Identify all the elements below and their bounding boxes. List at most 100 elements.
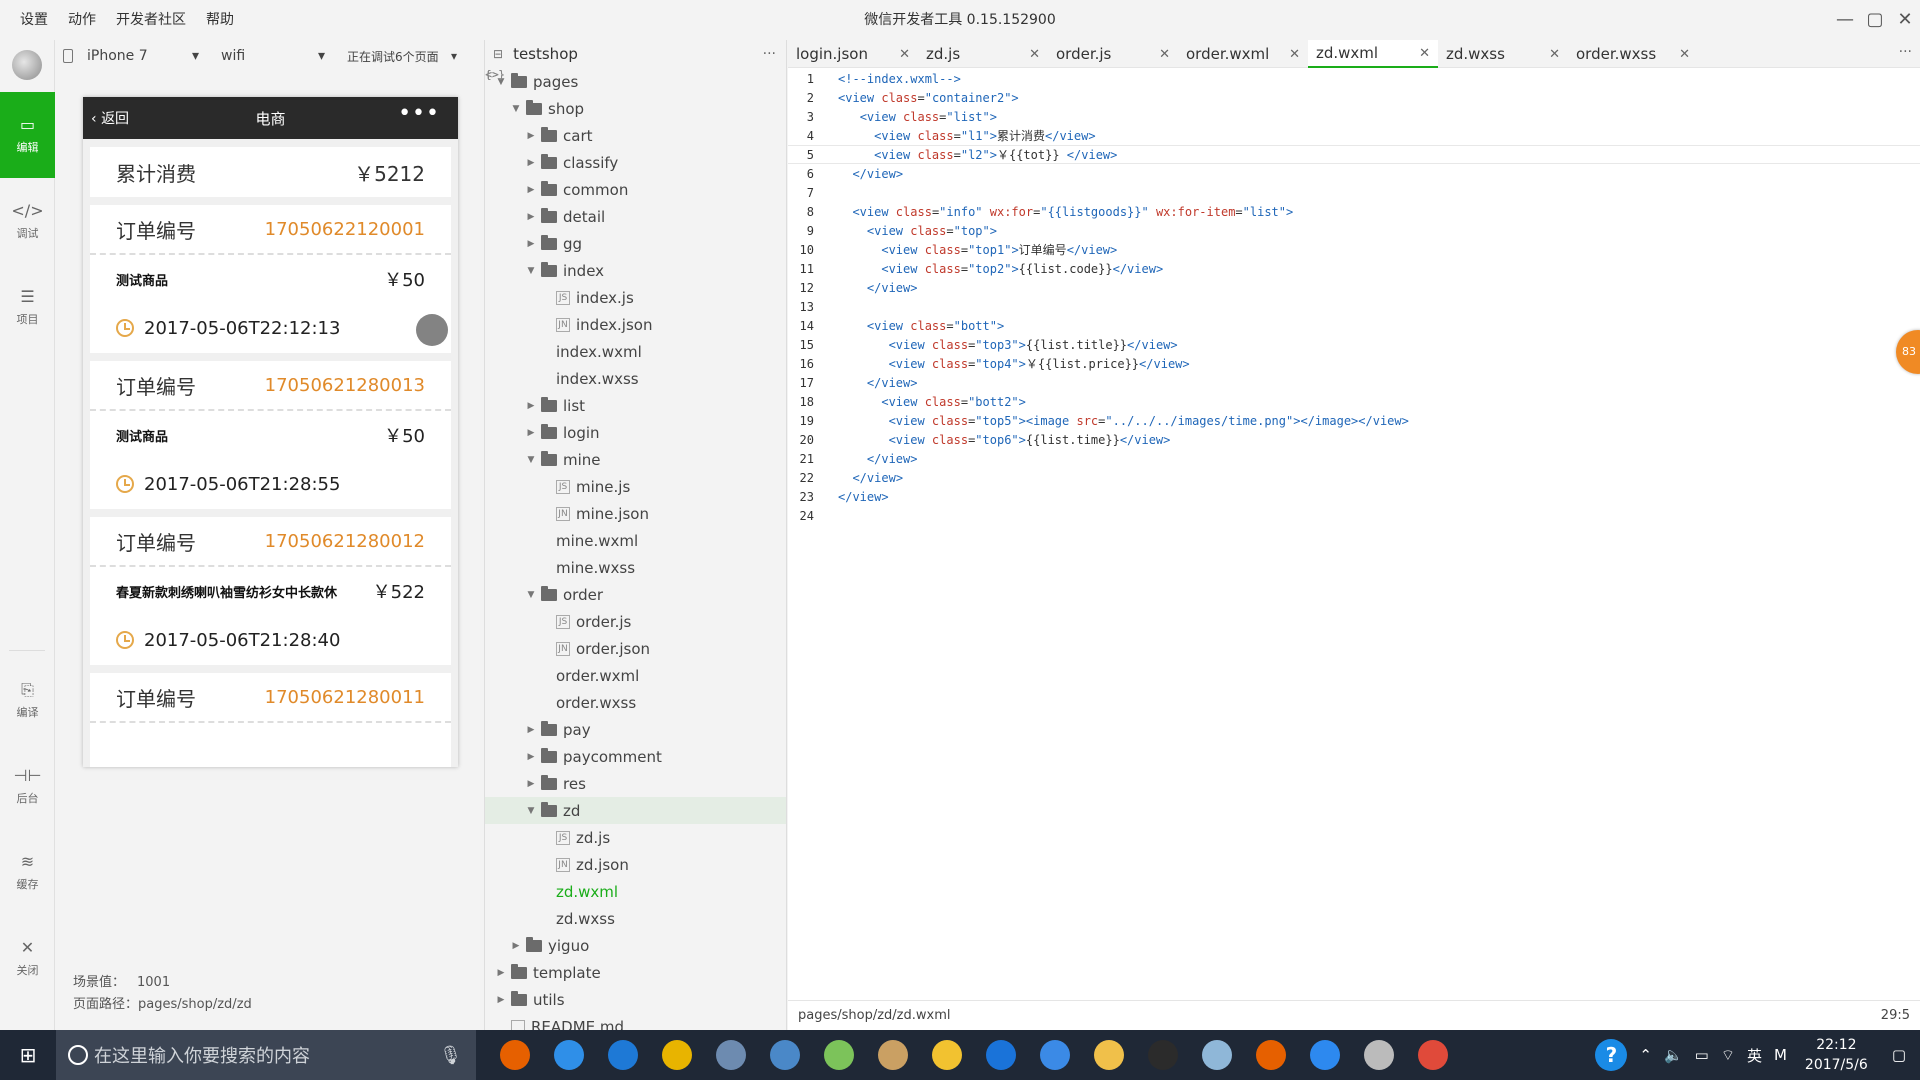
sidebar-item-close[interactable]: ✕ 关闭 bbox=[0, 915, 55, 1001]
editor-tab[interactable]: login.json ✕ bbox=[788, 40, 918, 68]
tree-file[interactable]: JN mine.json bbox=[485, 500, 786, 527]
order-card[interactable]: 订单编号 17050621280013 测试商品 ￥50 2017-05-06T… bbox=[90, 361, 451, 509]
tree-folder[interactable]: ▼ pages bbox=[485, 68, 786, 95]
notification-center-icon[interactable]: ▢ bbox=[1892, 1046, 1906, 1064]
tree-file[interactable]: { } zd.wxss bbox=[485, 69, 786, 932]
editor-tab[interactable]: order.wxml ✕ bbox=[1178, 40, 1308, 68]
code-line[interactable]: 14 <view class="bott"> bbox=[788, 316, 1920, 335]
code-line[interactable]: 5 <view class="l2">￥{{tot}} </view> bbox=[788, 145, 1920, 164]
code-line[interactable]: 2 <view class="container2"> bbox=[788, 88, 1920, 107]
close-tab-icon[interactable]: ✕ bbox=[1679, 47, 1690, 62]
tree-folder[interactable]: ▶ paycomment bbox=[485, 743, 786, 770]
code-line[interactable]: 7 bbox=[788, 183, 1920, 202]
code-line[interactable]: 16 <view class="top4">￥{{list.price}}</v… bbox=[788, 354, 1920, 373]
ime-mode-indicator[interactable]: M bbox=[1774, 1046, 1787, 1064]
windows-start-icon[interactable]: ⊞ bbox=[0, 1030, 56, 1080]
code-line[interactable]: 12 </view> bbox=[788, 278, 1920, 297]
app-blue-s-icon[interactable] bbox=[542, 1030, 596, 1080]
tree-file[interactable]: JS order.js bbox=[485, 608, 786, 635]
menu-help[interactable]: 帮助 bbox=[196, 0, 244, 40]
tree-folder[interactable]: ▶ common bbox=[485, 176, 786, 203]
editor-tab[interactable]: order.js ✕ bbox=[1048, 40, 1178, 68]
tree-file[interactable]: { } index.wxss bbox=[485, 69, 786, 392]
debug-pages-select[interactable]: 正在调试6个页面 ▾ bbox=[347, 48, 457, 65]
wifi-icon[interactable]: ⌔ bbox=[1721, 1046, 1735, 1065]
help-icon[interactable]: ? bbox=[1595, 1039, 1628, 1071]
code-line[interactable]: 3 <view class="list"> bbox=[788, 107, 1920, 126]
tree-folder[interactable]: ▼ order bbox=[485, 581, 786, 608]
editor-tab[interactable]: zd.js ✕ bbox=[918, 40, 1048, 68]
app-globe-icon[interactable] bbox=[704, 1030, 758, 1080]
code-line[interactable]: 10 <view class="top1">订单编号</view> bbox=[788, 240, 1920, 259]
microphone-icon[interactable]: 🎙 bbox=[439, 1045, 462, 1066]
tree-folder[interactable]: ▼ zd bbox=[485, 797, 786, 824]
code-line[interactable]: 18 <view class="bott2"> bbox=[788, 392, 1920, 411]
more-icon[interactable]: ••• bbox=[398, 103, 440, 125]
taskbar-clock[interactable]: 22:12 2017/5/6 bbox=[1805, 1035, 1868, 1075]
taskbar-search[interactable]: 在这里输入你要搜索的内容 🎙 bbox=[56, 1030, 476, 1080]
chevron-up-icon[interactable]: ⌃ bbox=[1639, 1046, 1652, 1064]
sidebar-item-debug[interactable]: </> 调试 bbox=[0, 178, 55, 264]
tree-file[interactable]: <> index.wxml bbox=[485, 69, 786, 365]
menu-dev-community[interactable]: 开发者社区 bbox=[106, 0, 196, 40]
tree-file[interactable]: JS mine.js bbox=[485, 473, 786, 500]
close-tab-icon[interactable]: ✕ bbox=[1159, 47, 1170, 62]
app-k-icon[interactable] bbox=[974, 1030, 1028, 1080]
tree-file[interactable]: JS zd.js bbox=[485, 824, 786, 851]
sidebar-item-backend[interactable]: ⊣⊢ 后台 bbox=[0, 743, 55, 829]
more-icon[interactable]: ··· bbox=[763, 46, 776, 62]
tree-folder[interactable]: ▶ gg bbox=[485, 230, 786, 257]
order-card[interactable]: 订单编号 17050621280011 bbox=[90, 673, 451, 767]
code-line[interactable]: 17 </view> bbox=[788, 373, 1920, 392]
order-card[interactable]: 订单编号 17050622120001 测试商品 ￥50 2017-05-06T… bbox=[90, 205, 451, 353]
volume-icon[interactable]: 🔈 bbox=[1664, 1046, 1683, 1064]
menu-settings[interactable]: 设置 bbox=[10, 0, 58, 40]
tree-file[interactable]: JN order.json bbox=[485, 635, 786, 662]
close-tab-icon[interactable]: ✕ bbox=[1419, 46, 1430, 61]
tree-folder[interactable]: ▶ yiguo bbox=[485, 932, 786, 959]
firefox-dev-icon[interactable] bbox=[1244, 1030, 1298, 1080]
code-line[interactable]: 19 <view class="top5"><image src="../../… bbox=[788, 411, 1920, 430]
tree-file[interactable]: { } order.wxss bbox=[485, 69, 786, 716]
code-line[interactable]: 20 <view class="top6">{{list.time}}</vie… bbox=[788, 430, 1920, 449]
tree-file[interactable]: JS index.js bbox=[485, 284, 786, 311]
app-red-icon[interactable] bbox=[1406, 1030, 1460, 1080]
tree-file[interactable]: <> order.wxml bbox=[485, 69, 786, 689]
tree-folder[interactable]: ▶ template bbox=[485, 959, 786, 986]
code-area[interactable]: 1 <!--index.wxml--> 2 <view class="containe… bbox=[788, 69, 1920, 525]
edge-icon[interactable] bbox=[596, 1030, 650, 1080]
code-line[interactable]: 22 </view> bbox=[788, 468, 1920, 487]
chrome-icon[interactable] bbox=[650, 1030, 704, 1080]
close-tab-icon[interactable]: ✕ bbox=[899, 47, 910, 62]
app-leaf-icon[interactable] bbox=[812, 1030, 866, 1080]
wechat-devtools-icon[interactable] bbox=[1136, 1030, 1190, 1080]
app-network-icon[interactable] bbox=[1028, 1030, 1082, 1080]
code-line[interactable]: 13 bbox=[788, 297, 1920, 316]
app-chat-icon[interactable] bbox=[920, 1030, 974, 1080]
tree-folder[interactable]: ▶ login bbox=[485, 419, 786, 446]
tree-file[interactable]: README.md bbox=[485, 1013, 786, 1030]
tree-folder[interactable]: ▼ index bbox=[485, 257, 786, 284]
editor-tab[interactable]: order.wxss ✕ bbox=[1568, 40, 1698, 68]
tree-file[interactable]: <> mine.wxml bbox=[485, 69, 786, 554]
code-line[interactable]: 21 </view> bbox=[788, 449, 1920, 468]
more-icon[interactable]: ··· bbox=[1899, 44, 1912, 60]
tree-file[interactable]: JN index.json bbox=[485, 311, 786, 338]
code-line[interactable]: 24 bbox=[788, 506, 1920, 525]
app-cloud-icon[interactable] bbox=[1298, 1030, 1352, 1080]
editor-tab[interactable]: zd.wxml ✕ bbox=[1308, 40, 1438, 68]
code-line[interactable]: 9 <view class="top"> bbox=[788, 221, 1920, 240]
maximize-icon[interactable]: ▢ bbox=[1860, 0, 1890, 40]
tree-folder[interactable]: ▶ pay bbox=[485, 716, 786, 743]
code-line[interactable]: 4 <view class="l1">累计消费</view> bbox=[788, 126, 1920, 145]
tree-file[interactable]: JN zd.json bbox=[485, 851, 786, 878]
sidebar-item-compile[interactable]: ⎘ 编译 bbox=[0, 657, 55, 743]
tree-folder[interactable]: ▼ mine bbox=[485, 446, 786, 473]
minimize-icon[interactable]: — bbox=[1830, 0, 1860, 40]
device-select[interactable]: iPhone 7 ▾ bbox=[87, 48, 199, 64]
editor-tab[interactable]: zd.wxss ✕ bbox=[1438, 40, 1568, 68]
tree-file[interactable]: { } mine.wxss bbox=[485, 69, 786, 581]
tree-file[interactable]: <> zd.wxml bbox=[485, 69, 786, 905]
tree-folder[interactable]: ▶ res bbox=[485, 770, 786, 797]
tree-folder[interactable]: ▶ classify bbox=[485, 149, 786, 176]
